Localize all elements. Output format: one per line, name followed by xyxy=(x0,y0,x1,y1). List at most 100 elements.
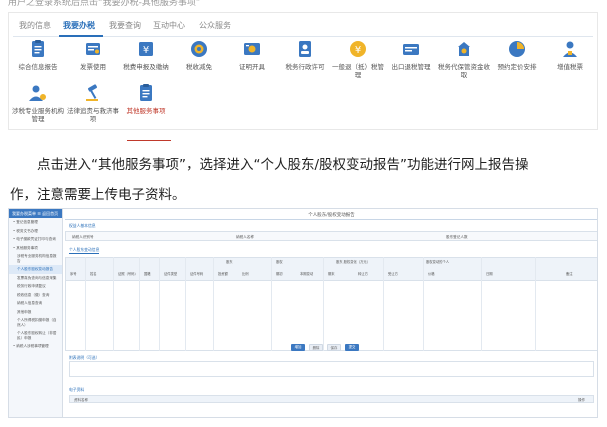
column-header: 国籍 xyxy=(144,272,151,276)
service-label: 税务代保管资金收取 xyxy=(438,63,490,79)
tab-tax-handling[interactable]: 我要办税 xyxy=(63,20,95,31)
service-label: 涉税专业服务机构管理 xyxy=(12,107,64,123)
column-divider xyxy=(423,257,424,351)
service-invoice-use[interactable]: 发票使用 xyxy=(66,39,120,71)
side-menu-item[interactable]: 税务行政申请复议 xyxy=(9,282,62,291)
section-upload: 电子资料 xyxy=(69,387,85,392)
service-general-refund[interactable]: ¥ 一般退（抵）税管理 xyxy=(331,39,385,79)
column-divider xyxy=(85,257,86,351)
side-menu-item[interactable]: 其他申报 xyxy=(9,308,62,317)
side-menu-item[interactable]: 个人所得税扣缴申报（自然人） xyxy=(9,316,62,329)
side-menu-item[interactable]: • 电子缴款凭证打印与查询 xyxy=(9,235,62,244)
column-divider xyxy=(159,257,160,351)
column-header: 投资额 xyxy=(218,272,228,276)
side-menu-item-active[interactable]: 个人股东股权变动报告 xyxy=(9,265,62,274)
side-menu-item[interactable]: 涉税专业服务机构信息报告 xyxy=(9,252,62,265)
service-agency-management[interactable]: 涉税专业服务机构管理 xyxy=(11,83,65,123)
delete-button[interactable]: 删除 xyxy=(309,344,323,351)
column-header: 本期变动 xyxy=(300,272,314,276)
group-header-shareholder: 股东 xyxy=(226,260,233,264)
column-header: 转让方 xyxy=(358,272,368,276)
refund-icon: ¥ xyxy=(350,41,366,57)
service-certificate[interactable]: 证明开具 xyxy=(225,39,279,71)
service-tax-declaration[interactable]: ¥ 税费申报及缴纳 xyxy=(119,39,173,71)
upload-table-header: 资料名称 操作 xyxy=(69,395,594,403)
upload-column-name: 资料名称 xyxy=(74,397,88,402)
column-divider xyxy=(323,257,324,351)
other-services-icon xyxy=(140,84,152,101)
note-textarea[interactable] xyxy=(69,361,594,377)
service-export-refund[interactable]: 出口退税管理 xyxy=(384,39,438,71)
tax-portal-panel: 我的信息 我要办税 我要查询 互动中心 公众服务 综合信息报告 发票使用 ¥ 税… xyxy=(8,12,598,141)
svg-text:¥: ¥ xyxy=(355,45,361,56)
side-menu-item[interactable]: • 其他服务事项 xyxy=(9,244,62,253)
service-vat-ticket[interactable]: 增值税票 xyxy=(543,39,597,71)
column-divider xyxy=(535,257,536,351)
service-agency-icon xyxy=(29,85,46,101)
column-header: 受让方 xyxy=(388,272,398,276)
tab-shareholder-change[interactable]: 个人股东变动信息 xyxy=(69,247,100,254)
pricing-arrangement-icon xyxy=(509,41,525,57)
service-label: 证明开具 xyxy=(239,63,265,71)
group-header-change: 股东 股权变化（万元） xyxy=(336,260,371,264)
side-menu: 我要办税菜单 ☰ 返回首页 • 登记信息管理 • 税务文书办理 • 电子缴款凭证… xyxy=(9,209,63,417)
service-label: 出口退税管理 xyxy=(391,63,431,71)
service-legal-relief[interactable]: 法律追责与救济事项 xyxy=(66,83,120,123)
service-admin-permit[interactable]: 税务行政许可 xyxy=(278,39,332,71)
tax-payment-icon: ¥ xyxy=(139,42,153,56)
service-tax-relief[interactable]: 税收减免 xyxy=(172,39,226,71)
shareholder-count-label: 股东登记人数 xyxy=(446,235,468,239)
service-pricing-arrangement[interactable]: 预约定价安排 xyxy=(490,39,544,71)
side-menu-item[interactable]: • 登记信息管理 xyxy=(9,218,62,227)
invoice-icon xyxy=(86,43,100,55)
column-header: 证件类型 xyxy=(164,272,178,276)
side-menu-item[interactable]: 个人股东股权转让（非居民）申报 xyxy=(9,329,62,342)
instruction-line-1: 点击进入“其他服务事项”，选择进入“个人股东/股权变动报告”功能进行网上报告操 xyxy=(37,157,529,173)
column-header: 价格 xyxy=(428,272,435,276)
clipboard-icon xyxy=(32,40,44,57)
submit-button[interactable]: 提交 xyxy=(345,344,359,351)
side-menu-item[interactable]: 纳税人信息查询 xyxy=(9,299,62,308)
active-tab-indicator xyxy=(59,35,103,37)
tab-interaction[interactable]: 互动中心 xyxy=(153,20,185,31)
user-ticket-icon xyxy=(563,41,577,57)
side-menu-item[interactable]: • 纳税人涉税事项管理 xyxy=(9,342,62,351)
service-label: 综合信息报告 xyxy=(18,63,58,71)
save-button[interactable]: 保存 xyxy=(327,344,341,351)
basic-info-row: 纳税人识别号 纳税人名称 股东登记人数 xyxy=(65,231,597,241)
service-info-report[interactable]: 综合信息报告 xyxy=(11,39,65,71)
table-body xyxy=(65,281,597,351)
group-header-transfer: 股权变动的个人 xyxy=(426,260,450,264)
column-divider xyxy=(383,257,384,351)
tax-relief-icon xyxy=(191,41,207,57)
column-divider xyxy=(213,257,214,351)
cut-off-heading-text: 用户之登录系统后点击“我要办税-其他服务事项” xyxy=(8,0,201,8)
column-divider xyxy=(113,257,114,351)
report-form-screenshot: 我要办税菜单 ☰ 返回首页 • 登记信息管理 • 税务文书办理 • 电子缴款凭证… xyxy=(8,208,598,418)
service-label: 预约定价安排 xyxy=(497,63,537,71)
title-divider xyxy=(65,219,597,220)
form-title: 个人股东/股权变动报告 xyxy=(308,213,355,218)
column-divider xyxy=(139,257,140,351)
service-label: 税务行政许可 xyxy=(285,63,325,71)
tab-my-info[interactable]: 我的信息 xyxy=(19,20,51,31)
side-menu-item[interactable]: 税收信息（缴）查询 xyxy=(9,291,62,300)
service-label: 增值税票 xyxy=(557,63,583,71)
service-label: 其他服务事项 xyxy=(126,107,166,115)
fund-custody-icon xyxy=(458,42,470,56)
column-header: 期末 xyxy=(328,272,335,276)
tab-query[interactable]: 我要查询 xyxy=(109,20,141,31)
upload-column-action: 操作 xyxy=(578,397,585,402)
service-fund-custody[interactable]: 税务代保管资金收取 xyxy=(437,39,491,79)
add-button[interactable]: 增加 xyxy=(291,344,305,351)
service-other-matters[interactable]: 其他服务事项 xyxy=(119,83,173,115)
side-menu-item[interactable]: 发票真伪查询与信息采集 xyxy=(9,274,62,283)
side-menu-item[interactable]: • 税务文书办理 xyxy=(9,227,62,236)
column-header: 证照（号码） xyxy=(118,272,138,276)
tab-public-service[interactable]: 公众服务 xyxy=(199,20,231,31)
service-label: 发票使用 xyxy=(80,63,106,71)
column-header: 日期 xyxy=(486,272,493,276)
main-tabs: 我的信息 我要办税 我要查询 互动中心 公众服务 xyxy=(13,17,593,37)
side-menu-header: 我要办税菜单 ☰ 返回首页 xyxy=(9,209,62,218)
column-header: 姓名 xyxy=(90,272,97,276)
